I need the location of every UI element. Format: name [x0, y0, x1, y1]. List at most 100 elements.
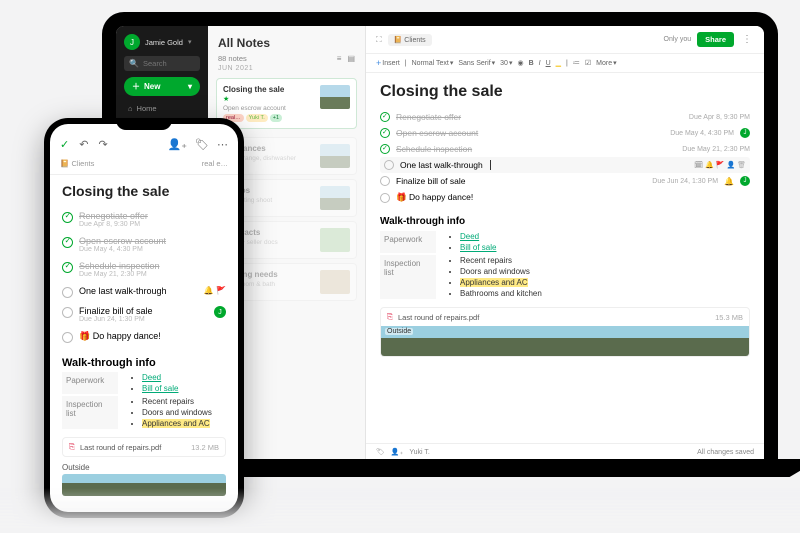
task-label: 🎁 Do happy dance!	[79, 331, 161, 342]
task-row[interactable]: Schedule inspectionDue May 21, 2:30 PM	[62, 257, 226, 282]
check-icon[interactable]: ✓	[60, 138, 69, 151]
paragraph-style[interactable]: Normal Text ▾	[412, 59, 454, 67]
checkbox-icon[interactable]	[380, 144, 390, 154]
trash-icon[interactable]: 🗑	[737, 162, 746, 169]
breadcrumb-label: Clients	[404, 37, 425, 44]
list-icon[interactable]: ≔	[573, 59, 580, 67]
expand-icon[interactable]: ⛶	[376, 35, 382, 45]
task-row[interactable]: Finalize bill of saleDue Jun 24, 1:30 PM…	[62, 302, 226, 327]
tag-icon[interactable]: 🏷	[376, 448, 385, 456]
note-title[interactable]: Closing the sale	[62, 183, 226, 199]
breadcrumb[interactable]: 📔 Clients	[388, 34, 432, 46]
insert-menu[interactable]: + Insert	[376, 58, 400, 68]
note-title[interactable]: Closing the sale	[380, 83, 750, 101]
task-row[interactable]: 🎁 Do happy dance!	[380, 189, 750, 206]
task-row[interactable]: Finalize bill of saleDue Jun 24, 1:30 PM…	[380, 173, 750, 189]
task-due: Due May 21, 2:30 PM	[682, 146, 750, 153]
list-item: Recent repairs	[142, 396, 212, 407]
task-due: Due Apr 8, 9:30 PM	[79, 221, 148, 228]
tag[interactable]: Yuki T.	[246, 114, 268, 122]
info-list: Deed Bill of sale	[446, 231, 496, 253]
attachment-card[interactable]: ⎘ Last round of repairs.pdf 15.3 MB Outs…	[380, 307, 750, 357]
task-row[interactable]: 🎁 Do happy dance!	[62, 327, 226, 347]
user-row[interactable]: J Jamie Gold ▾	[124, 34, 200, 50]
search-field[interactable]	[143, 59, 193, 68]
link-deed[interactable]: Deed	[460, 232, 479, 241]
task-row[interactable]: One last walk-through🔔 🚩	[62, 282, 226, 302]
checkbox-icon[interactable]	[380, 128, 390, 138]
plus-icon: ＋	[132, 81, 140, 92]
task-row[interactable]: Renegotiate offerDue Apr 8, 9:30 PM	[380, 109, 750, 125]
more-menu[interactable]: More ▾	[596, 59, 616, 67]
bold-icon[interactable]: B	[529, 60, 534, 67]
checkbox-icon[interactable]	[62, 307, 73, 318]
calendar-icon[interactable]: 🗓	[694, 162, 703, 169]
checkbox-icon[interactable]	[380, 176, 390, 186]
task-row[interactable]: One last walk-through 🗓 🔔 🚩 👤 🗑	[380, 157, 750, 173]
sidebar-item-home[interactable]: ⌂ Home	[124, 102, 200, 115]
assignee-avatar: J	[740, 128, 750, 138]
tag-icon[interactable]: 🏷	[195, 138, 209, 151]
phone-breadcrumb[interactable]: 📔 Clients real e…	[50, 155, 238, 175]
task-row[interactable]: Open escrow accountDue May 4, 4:30 PM	[62, 232, 226, 257]
sort-icon[interactable]: ≡	[337, 54, 342, 63]
checklist-icon[interactable]: ☑	[585, 59, 591, 67]
checkbox-icon[interactable]	[62, 287, 73, 298]
note-thumbnail	[320, 228, 350, 252]
task-label: Renegotiate offer	[79, 211, 148, 221]
task-due: Due Jun 24, 1:30 PM	[79, 316, 153, 323]
task-label: 🎁 Do happy dance!	[396, 192, 473, 203]
font-family[interactable]: Sans Serif ▾	[458, 59, 495, 67]
info-row-paperwork: Paperwork Deed Bill of sale	[62, 372, 226, 394]
note-card-snippet: Open escrow account	[223, 105, 315, 112]
redo-icon[interactable]: ↷	[98, 138, 107, 151]
flag-icon[interactable]: 🚩	[716, 162, 725, 169]
list-item: Recent repairs	[460, 255, 542, 266]
note-card[interactable]: Closing the sale ★ Open escrow account r…	[216, 78, 357, 129]
list-item: Doors and windows	[142, 407, 212, 418]
person-icon[interactable]: 👤	[726, 162, 735, 169]
collaborator-chip[interactable]: Yuki T.	[409, 449, 430, 456]
font-size[interactable]: 30 ▾	[500, 59, 512, 67]
italic-icon[interactable]: I	[539, 60, 541, 67]
add-person-icon[interactable]: 👤₊	[168, 138, 188, 151]
search-input[interactable]: 🔍	[124, 56, 200, 71]
checkbox-icon[interactable]	[62, 332, 73, 343]
editor-body[interactable]: Closing the sale Renegotiate offerDue Ap…	[366, 73, 764, 367]
task-due: Due Jun 24, 1:30 PM	[652, 178, 718, 185]
checkbox-icon[interactable]	[62, 262, 73, 273]
section-heading: Walk-through info	[62, 357, 226, 369]
more-icon[interactable]: ⋯	[217, 138, 228, 151]
underline-icon[interactable]: U	[546, 60, 551, 67]
task-row[interactable]: Renegotiate offerDue Apr 8, 9:30 PM	[62, 207, 226, 232]
task-row[interactable]: Open escrow accountDue May 4, 4:30 PMJ	[380, 125, 750, 141]
highlight-icon[interactable]: ▁	[556, 59, 561, 67]
checkbox-icon[interactable]	[380, 193, 390, 203]
color-icon[interactable]: ◉	[517, 59, 523, 67]
breadcrumb-label: Clients	[71, 159, 94, 168]
new-button[interactable]: ＋ New ▾	[124, 77, 200, 96]
link-deed[interactable]: Deed	[142, 373, 161, 382]
attachment-card[interactable]: ⎘ Last round of repairs.pdf 13.2 MB	[62, 437, 226, 457]
checkbox-icon[interactable]	[384, 160, 394, 170]
checkbox-icon[interactable]	[62, 212, 73, 223]
kebab-icon[interactable]: ⋮	[740, 34, 754, 45]
add-person-icon[interactable]: 👤₊	[391, 448, 403, 456]
attachment-caption: Outside	[62, 463, 226, 472]
share-button[interactable]: Share	[697, 32, 734, 47]
bell-icon[interactable]: 🔔	[705, 162, 714, 169]
link-bill-of-sale[interactable]: Bill of sale	[460, 243, 496, 252]
undo-icon[interactable]: ↶	[79, 138, 88, 151]
checkbox-icon[interactable]	[62, 237, 73, 248]
task-actions: 🗓 🔔 🚩 👤 🗑	[694, 161, 746, 169]
task-row[interactable]: Schedule inspectionDue May 21, 2:30 PM	[380, 141, 750, 157]
phone-body[interactable]: Closing the sale Renegotiate offerDue Ap…	[50, 175, 238, 504]
assignee-avatar: J	[740, 176, 750, 186]
filter-icon[interactable]: ▤	[347, 54, 355, 63]
note-thumbnail	[320, 85, 350, 109]
tag-more[interactable]: +1	[270, 114, 282, 122]
editor-top-bar: ⛶ 📔 Clients Only you Share ⋮	[366, 26, 764, 54]
checkbox-icon[interactable]	[380, 112, 390, 122]
link-bill-of-sale[interactable]: Bill of sale	[142, 384, 178, 393]
note-thumbnail	[320, 186, 350, 210]
